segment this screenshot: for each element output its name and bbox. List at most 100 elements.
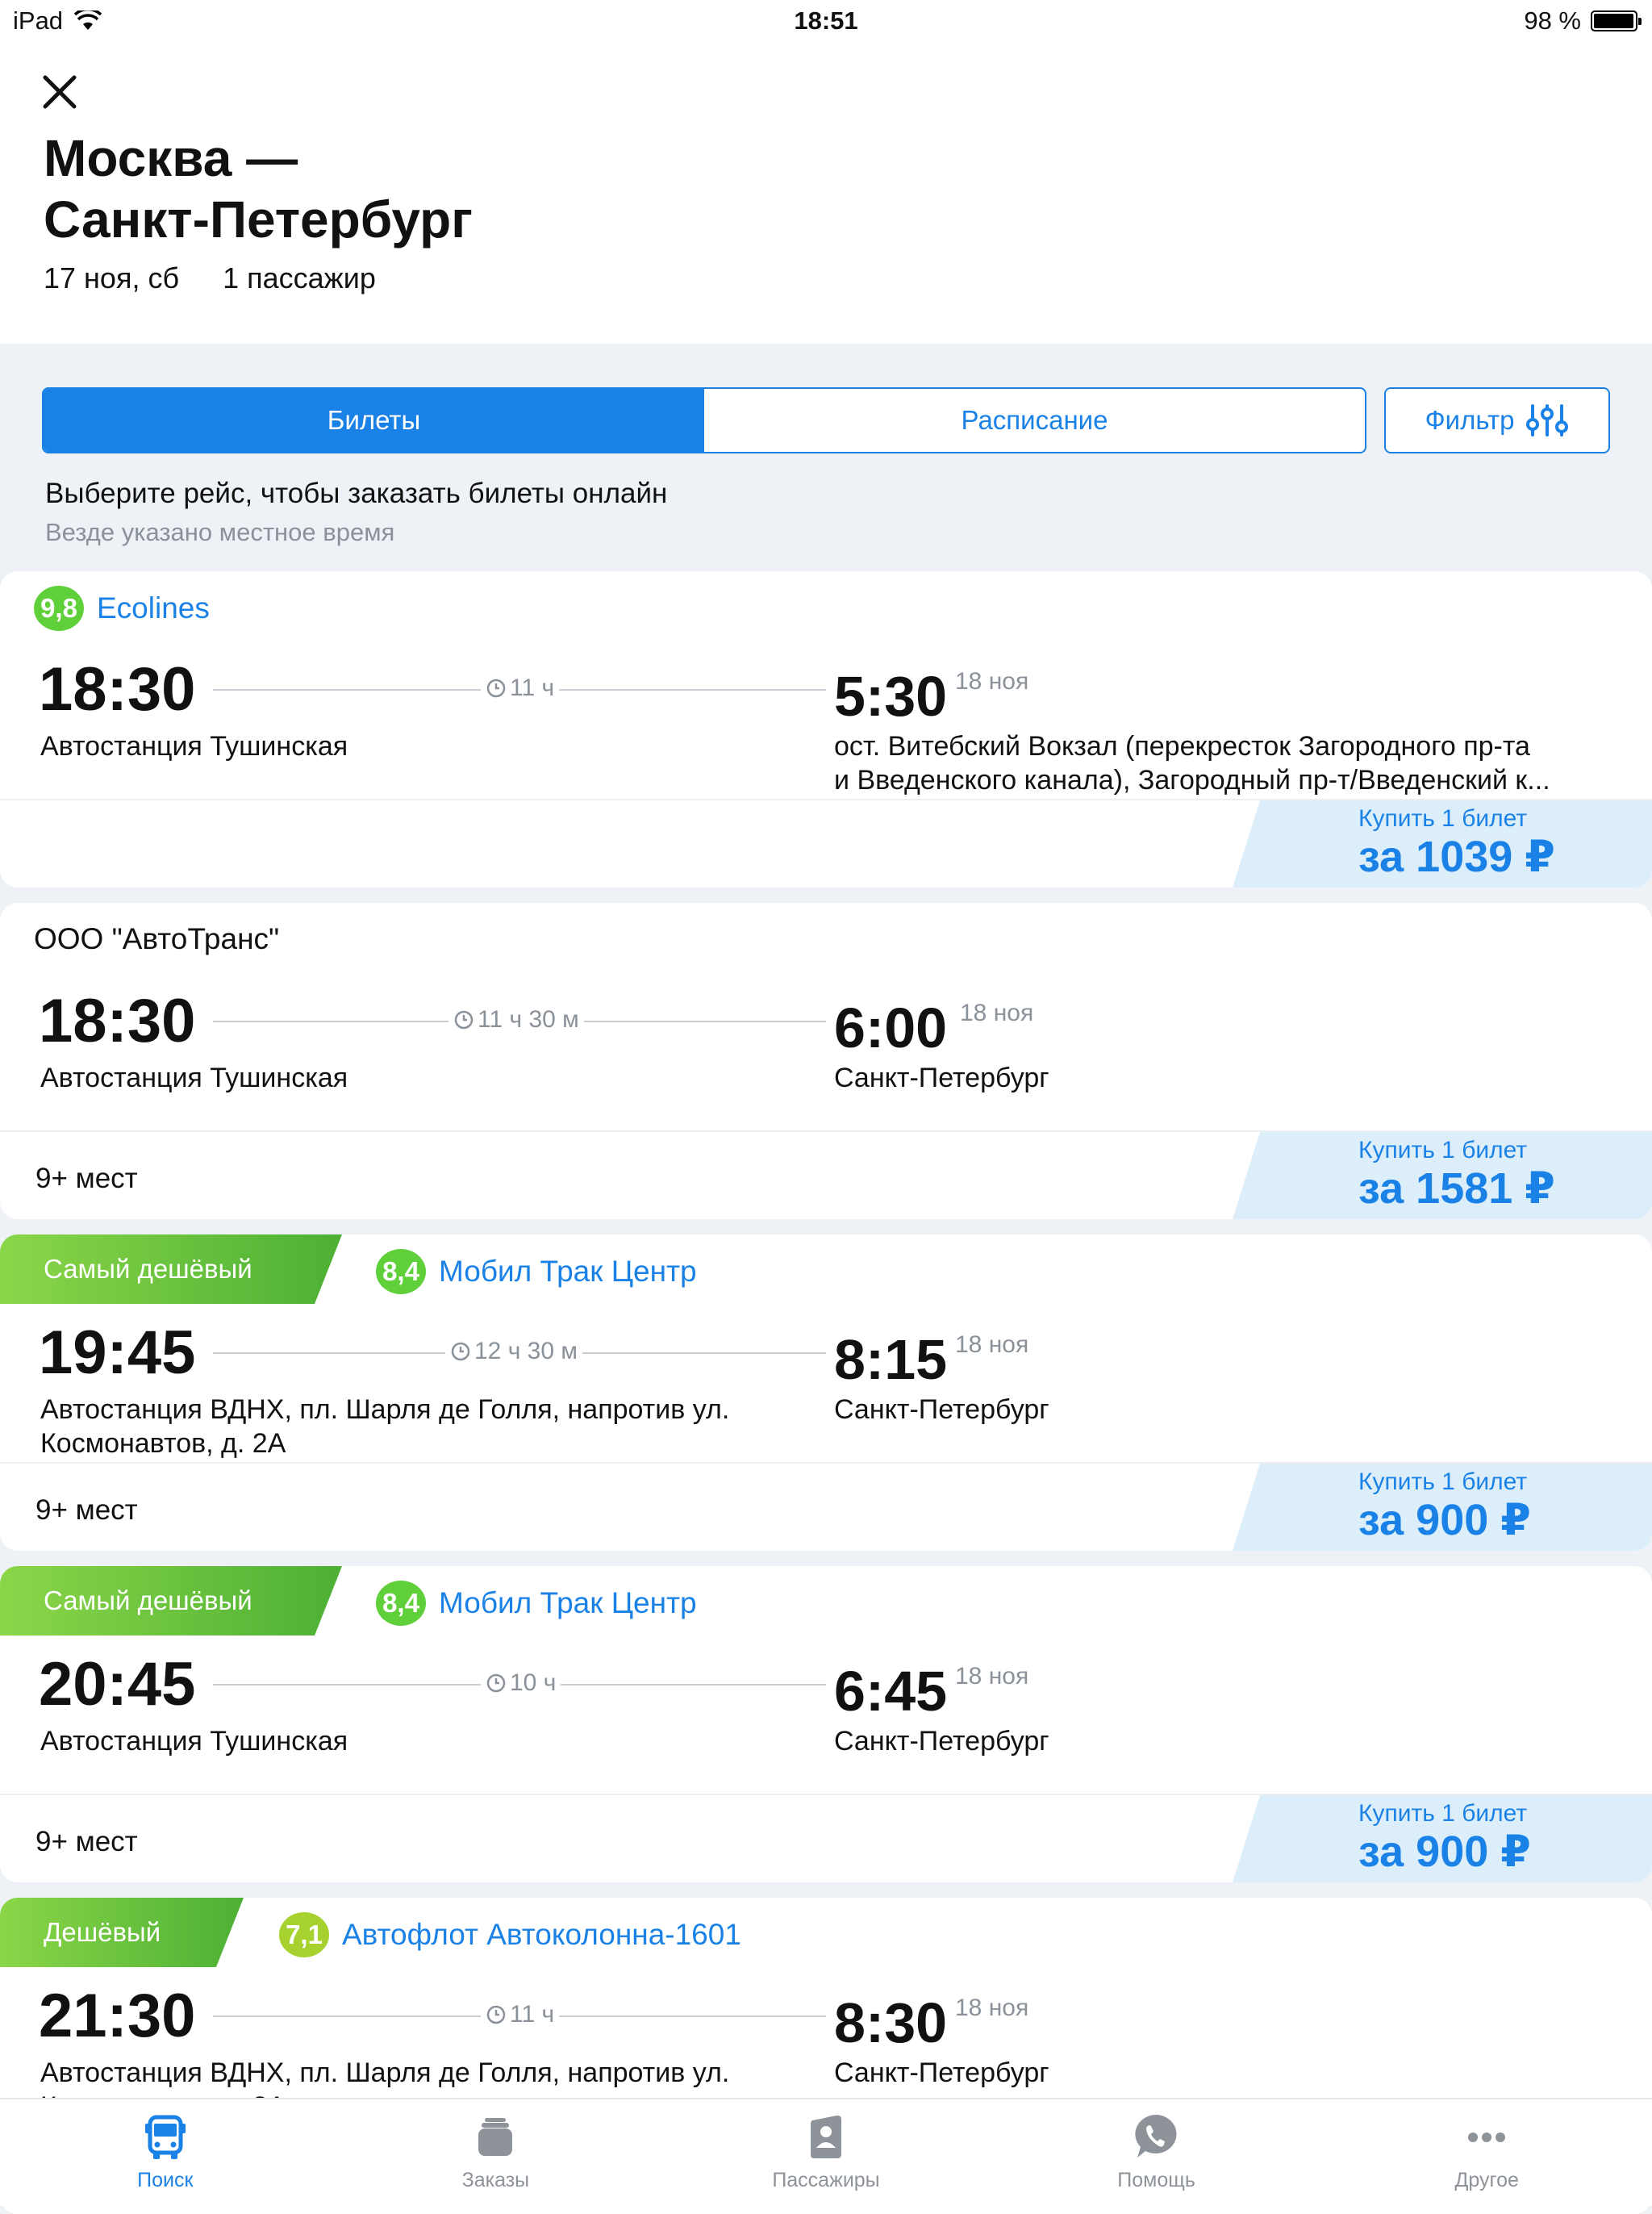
- arrival-date: 18 ноя: [960, 1000, 1034, 1026]
- arrival-date: 18 ноя: [955, 1663, 1029, 1690]
- carrier-info: 9,8 Ecolines: [34, 586, 210, 631]
- tab-search[interactable]: Поиск: [0, 2099, 331, 2206]
- trip-card[interactable]: Самый дешёвый 8,4 Мобил Трак Центр 20:45…: [0, 1566, 1652, 1882]
- arrival-station: ост. Витебский Вокзал (перекресток Загор…: [834, 729, 1625, 797]
- status-right: 98 %: [1524, 6, 1642, 36]
- clock-icon: [454, 1010, 473, 1030]
- status-time: 18:51: [794, 6, 858, 35]
- seats-available: 9+ мест: [35, 1826, 138, 1857]
- carrier-name[interactable]: Ecolines: [97, 591, 210, 625]
- trip-date[interactable]: 17 ноя, сб: [44, 261, 179, 295]
- trip-card[interactable]: 9,8 Ecolines 18:30 11 ч 5:30 18 ноя Авто…: [0, 571, 1652, 888]
- tab-label: Другое: [1454, 2169, 1519, 2191]
- arrival-time: 8:30: [834, 1991, 948, 2054]
- buy-label: Купить 1 билет: [1358, 1137, 1528, 1163]
- arrival-time: 6:45: [834, 1660, 948, 1723]
- arrival-date: 18 ноя: [955, 668, 1029, 695]
- cheap-badge: Дешёвый: [0, 1898, 244, 1967]
- phone-icon: [1134, 2114, 1177, 2158]
- departure-time: 18:30: [39, 655, 196, 724]
- duration-text: 12 ч 30 м: [474, 1338, 578, 1364]
- departure-time: 20:45: [39, 1650, 196, 1719]
- buy-button[interactable]: Купить 1 билет за 1039 ₽: [1233, 800, 1652, 888]
- rating-badge: 8,4: [376, 1581, 426, 1626]
- arrival-station-line-1: ост. Витебский Вокзал (перекресток Загор…: [834, 731, 1530, 762]
- tab-bar: Поиск Заказы Пассажиры Помощь Другое: [0, 2098, 1652, 2206]
- buy-button[interactable]: Купить 1 билет за 1581 ₽: [1233, 1132, 1652, 1219]
- passenger-icon: [810, 2115, 841, 2158]
- arrival-date: 18 ноя: [955, 1331, 1029, 1358]
- duration-text: 11 ч 30 м: [478, 1006, 579, 1033]
- tab-tickets[interactable]: Билеты: [44, 389, 704, 452]
- carrier-info: 8,4 Мобил Трак Центр: [376, 1249, 697, 1294]
- battery-icon: [1591, 10, 1642, 31]
- departure-time: 21:30: [39, 1982, 196, 2050]
- trip-card[interactable]: ООО "АвтоТранс" 18:30 11 ч 30 м 6:00 18 …: [0, 903, 1652, 1219]
- arrival-station: Санкт-Петербург: [834, 1394, 1049, 1425]
- clock-icon: [486, 2005, 506, 2024]
- orders-icon: [478, 2118, 513, 2156]
- carrier-name[interactable]: Мобил Трак Центр: [439, 1586, 697, 1620]
- duration-text: 10 ч: [510, 1669, 557, 1696]
- clock-icon: [451, 1342, 470, 1361]
- carrier-name[interactable]: Мобил Трак Центр: [439, 1255, 697, 1289]
- departure-station: Автостанция Тушинская: [40, 1063, 348, 1093]
- filter-label: Фильтр: [1425, 405, 1515, 435]
- title-line-1: Москва —: [44, 129, 298, 187]
- timezone-note: Везде указано местное время: [45, 518, 395, 546]
- duration: 12 ч 30 м: [445, 1338, 582, 1365]
- view-switcher: Билеты Расписание: [42, 387, 1366, 453]
- arrival-date: 18 ноя: [955, 1995, 1029, 2021]
- cheapest-badge: Самый дешёвый: [0, 1234, 342, 1304]
- buy-label: Купить 1 билет: [1358, 1800, 1528, 1827]
- tab-label: Заказы: [461, 2169, 530, 2191]
- departure-time: 19:45: [39, 1318, 196, 1387]
- buy-button[interactable]: Купить 1 билет за 900 ₽: [1233, 1464, 1652, 1551]
- route-header: Москва — Санкт-Петербург 17 ноя, сб 1 па…: [0, 44, 1652, 344]
- carrier-info: 7,1 Автофлот Автоколонна-1601: [279, 1912, 741, 1957]
- tab-passengers[interactable]: Пассажиры: [661, 2099, 991, 2206]
- arrival-time: 6:00: [834, 996, 948, 1059]
- tab-other[interactable]: Другое: [1321, 2099, 1652, 2206]
- divider: [0, 1794, 1652, 1795]
- ticket-price: за 1581 ₽: [1358, 1164, 1555, 1213]
- arrival-time: 8:15: [834, 1328, 948, 1391]
- buy-label: Купить 1 билет: [1358, 1468, 1528, 1495]
- carrier-info: ООО "АвтоТранс": [34, 922, 279, 956]
- more-icon: [1468, 2133, 1506, 2142]
- tab-orders[interactable]: Заказы: [331, 2099, 661, 2206]
- duration: 11 ч: [481, 675, 560, 702]
- tab-schedule[interactable]: Расписание: [704, 389, 1365, 452]
- duration: 10 ч: [481, 1669, 561, 1697]
- departure-station: Автостанция Тушинская: [40, 731, 348, 762]
- duration: 11 ч: [481, 2001, 560, 2028]
- carrier-name[interactable]: Автофлот Автоколонна-1601: [342, 1918, 741, 1952]
- ticket-price: за 900 ₽: [1358, 1828, 1531, 1876]
- ticket-price: за 900 ₽: [1358, 1496, 1531, 1544]
- ticket-price: за 1039 ₽: [1358, 833, 1555, 881]
- filter-button[interactable]: Фильтр: [1384, 387, 1610, 453]
- carrier-info: 8,4 Мобил Трак Центр: [376, 1581, 697, 1626]
- page-title: Москва — Санкт-Петербург: [44, 127, 473, 250]
- passenger-count[interactable]: 1 пассажир: [223, 261, 376, 295]
- tab-label: Поиск: [137, 2169, 194, 2191]
- status-bar: iPad 18:51 98 %: [0, 0, 1652, 44]
- tab-label: Помощь: [1117, 2169, 1195, 2191]
- divider: [0, 799, 1652, 800]
- rating-badge: 9,8: [34, 586, 84, 631]
- arrival-station: Санкт-Петербург: [834, 2057, 1049, 2088]
- departure-station: Автостанция Тушинская: [40, 1726, 348, 1757]
- buy-button[interactable]: Купить 1 билет за 900 ₽: [1233, 1795, 1652, 1882]
- divider: [0, 1462, 1652, 1464]
- rating-badge: 8,4: [376, 1249, 426, 1294]
- seats-available: 9+ мест: [35, 1163, 138, 1194]
- trip-card[interactable]: Самый дешёвый 8,4 Мобил Трак Центр 19:45…: [0, 1234, 1652, 1551]
- close-icon[interactable]: [35, 68, 84, 116]
- clock-icon: [486, 679, 506, 698]
- bus-icon: [144, 2115, 186, 2159]
- divider: [0, 1130, 1652, 1132]
- buy-label: Купить 1 билет: [1358, 805, 1528, 832]
- tab-help[interactable]: Помощь: [991, 2099, 1322, 2206]
- arrival-station: Санкт-Петербург: [834, 1063, 1049, 1093]
- clock-icon: [486, 1673, 506, 1693]
